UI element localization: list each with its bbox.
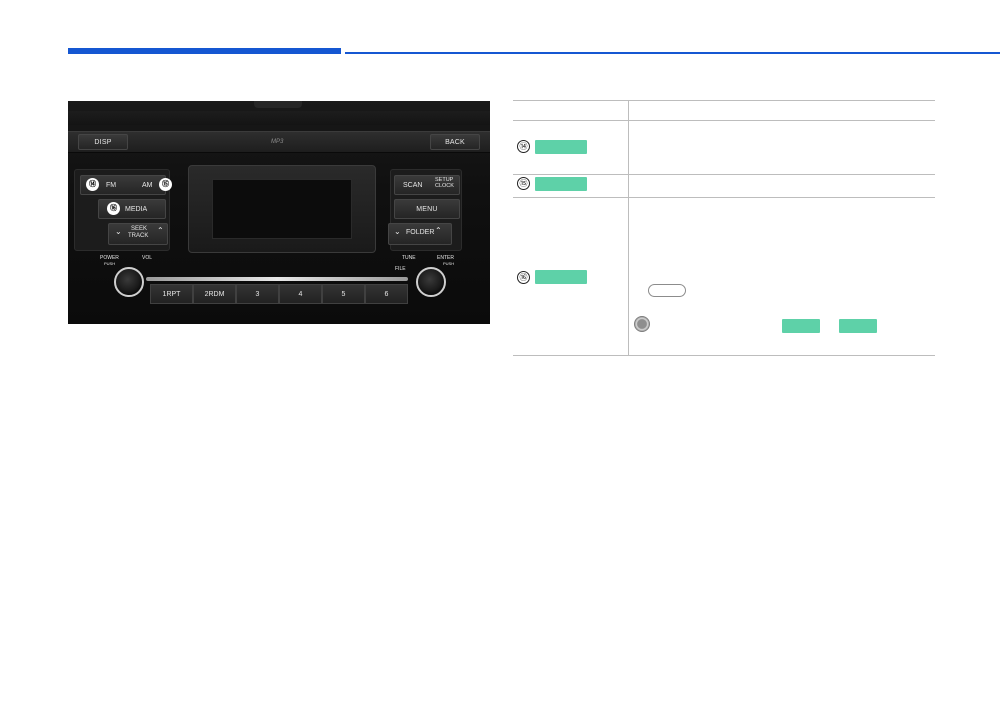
back-label: BACK	[445, 138, 465, 146]
info-icon	[634, 316, 650, 332]
row-16-tag	[535, 270, 587, 284]
button-description-table: ⑭ ⑮ ⑯	[513, 100, 935, 356]
track-label: TRACK	[128, 233, 149, 239]
preset-buttons: 1RPT 2RDM 3 4 5 6	[150, 284, 408, 304]
row-14-tag	[535, 140, 587, 154]
preset-button-5[interactable]: 5	[322, 284, 365, 304]
preset-button-2[interactable]: 2RDM	[193, 284, 236, 304]
scan-label: SCAN	[403, 182, 423, 189]
audio-panel-image: DISP BACK MP3 ⑭ FM AM ⑮ ⑯ MEDIA ⌄ SEEK T…	[68, 101, 490, 324]
header-rule	[345, 52, 1000, 54]
note-tag-2	[839, 319, 877, 333]
table-header-rule	[513, 120, 935, 121]
menu-label: MENU	[416, 205, 438, 213]
table-row-rule-2	[513, 197, 935, 198]
fm-label: FM	[106, 182, 117, 189]
tune-label: TUNE	[402, 255, 416, 261]
preset-button-3[interactable]: 3	[236, 284, 279, 304]
row-number-16: ⑯	[517, 271, 530, 284]
power-volume-knob[interactable]	[114, 267, 144, 297]
seek-up-icon: ⌃	[157, 226, 164, 235]
table-row-rule-1	[513, 174, 935, 175]
seek-label: SEEK	[131, 226, 148, 232]
header-accent-bar	[68, 48, 341, 54]
panel-notch	[254, 101, 302, 108]
clock-label: CLOCK	[435, 183, 454, 189]
vol-label: VOL	[142, 255, 153, 261]
power-push-label: PUSH	[104, 261, 116, 266]
menu-button[interactable]: MENU	[394, 199, 460, 219]
back-button[interactable]: BACK	[430, 134, 480, 150]
seek-down-icon: ⌄	[115, 227, 122, 236]
table-bottom-rule	[513, 355, 935, 356]
panel-ridge	[68, 111, 490, 125]
note-tag-1	[782, 319, 820, 333]
folder-down-icon: ⌄	[394, 227, 401, 236]
row-15-tag	[535, 177, 587, 191]
folder-up-icon: ⌃	[435, 226, 442, 235]
file-label: FILE	[395, 266, 406, 272]
mp3-logo: MP3	[271, 139, 284, 145]
row-number-15: ⑮	[517, 177, 530, 190]
media-label: MEDIA	[125, 206, 148, 213]
disp-label: DISP	[94, 138, 112, 146]
preset-button-6[interactable]: 6	[365, 284, 408, 304]
preset-button-4[interactable]: 4	[279, 284, 322, 304]
am-label: AM	[142, 182, 153, 189]
inline-button-pill	[648, 284, 686, 297]
callout-16: ⑯	[107, 202, 120, 215]
tune-file-knob[interactable]	[416, 267, 446, 297]
row-number-14: ⑭	[517, 140, 530, 153]
enter-push-label: PUSH	[443, 261, 455, 266]
table-column-divider	[628, 100, 629, 356]
preset-button-1[interactable]: 1RPT	[150, 284, 193, 304]
table-top-rule	[513, 100, 935, 101]
chrome-strip	[146, 277, 408, 281]
folder-label: FOLDER	[406, 229, 435, 236]
callout-15: ⑮	[159, 178, 172, 191]
disp-button[interactable]: DISP	[78, 134, 128, 150]
display-screen	[212, 179, 352, 239]
callout-14: ⑭	[86, 178, 99, 191]
